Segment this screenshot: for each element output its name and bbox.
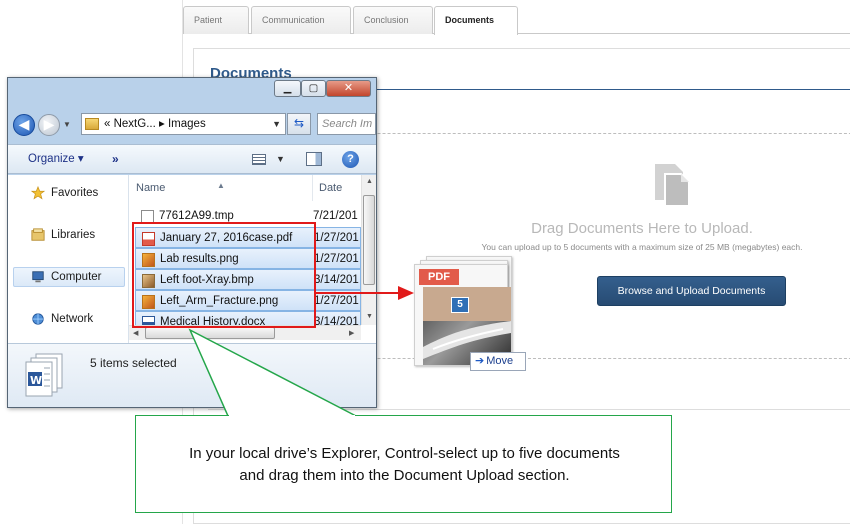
callout-pointer-join [229,415,355,418]
instruction-callout: In your local drive’s Explorer, Control-… [135,415,672,513]
drag-arrow-head-icon [398,286,414,300]
callout-line-1: In your local drive’s Explorer, Control-… [189,445,620,462]
callout-pointer [188,328,357,417]
callout-line-2: and drag them into the Document Upload s… [239,467,570,484]
